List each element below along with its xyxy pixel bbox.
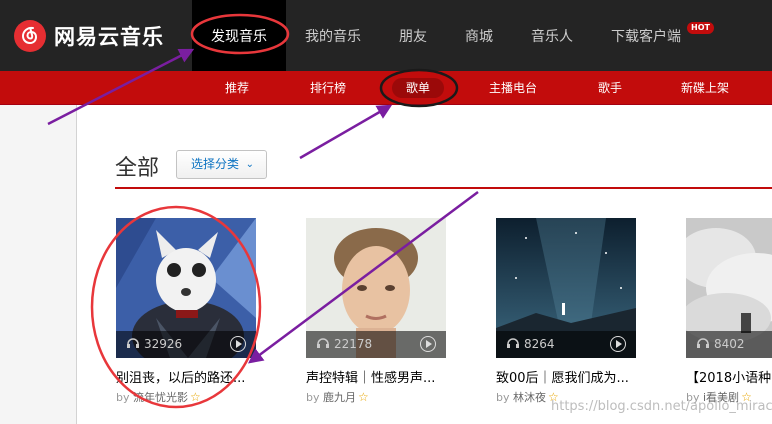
cover-info-bar: 8264: [496, 331, 636, 358]
playlist-cover[interactable]: 8264: [496, 218, 636, 358]
by-label: by: [306, 391, 320, 404]
netease-music-logo-icon: [14, 20, 46, 52]
by-label: by: [496, 391, 510, 404]
chevron-down-icon: ⌄: [245, 159, 254, 170]
creator-link[interactable]: 林沐夜: [513, 391, 546, 404]
nav-download-label: 下载客户端: [611, 29, 681, 45]
play-count: 8264: [524, 337, 555, 351]
logo-text: 网易云音乐: [54, 25, 164, 49]
headphones-icon: [127, 338, 139, 348]
play-icon[interactable]: [230, 336, 246, 352]
nav-download-client[interactable]: 下载客户端 HOT: [592, 0, 714, 71]
creator-link[interactable]: 鹿九月: [323, 391, 356, 404]
select-category-label: 选择分类: [191, 157, 240, 171]
playlist-cover[interactable]: 22178: [306, 218, 446, 358]
hot-badge: HOT: [687, 22, 714, 34]
left-margin: [0, 105, 76, 424]
nav-musician[interactable]: 音乐人: [512, 0, 592, 71]
subnav-playlists-label: 歌单: [392, 78, 445, 98]
cover-info-bar: 8402: [686, 331, 772, 358]
play-count: 32926: [144, 337, 183, 351]
by-label: by: [116, 391, 130, 404]
main-nav: 发现音乐 我的音乐 朋友 商城 音乐人 下载客户端 HOT: [192, 0, 714, 71]
headphones-icon: [507, 338, 519, 348]
subnav-recommend[interactable]: 推荐: [225, 71, 249, 105]
subnav-new-albums[interactable]: 新碟上架: [681, 71, 729, 105]
play-count: 8402: [714, 337, 745, 351]
playlist-cover[interactable]: 8402: [686, 218, 772, 358]
star-icon: ☆: [190, 390, 201, 404]
headphones-icon: [697, 338, 709, 348]
play-count: 22178: [334, 337, 373, 351]
playlist-cover[interactable]: 32926: [116, 218, 256, 358]
cover-info-bar: 22178: [306, 331, 446, 358]
creator-link[interactable]: 流年忧光影: [133, 391, 188, 404]
headphones-icon: [317, 338, 329, 348]
logo[interactable]: 网易云音乐: [14, 20, 164, 52]
sub-nav-bar: 推荐 排行榜 歌单 主播电台 歌手 新碟上架: [0, 71, 772, 105]
nav-my-music[interactable]: 我的音乐: [286, 0, 380, 71]
playlist-title[interactable]: 声控特辑｜性感男声...: [306, 367, 456, 386]
star-icon: ☆: [358, 390, 369, 404]
playlist-card: 8402 【2018小语种 by i看美剧 ☆: [686, 218, 772, 418]
top-nav-bar: 网易云音乐 发现音乐 我的音乐 朋友 商城 音乐人 下载客户端 HOT: [0, 0, 772, 71]
nav-friends[interactable]: 朋友: [380, 0, 446, 71]
play-icon[interactable]: [420, 336, 436, 352]
playlist-creator: by 林沐夜 ☆: [496, 389, 559, 405]
playlist-creator: by 流年忧光影 ☆: [116, 389, 201, 405]
select-category-button[interactable]: 选择分类 ⌄: [176, 150, 267, 179]
nav-mall[interactable]: 商城: [446, 0, 512, 71]
playlist-title[interactable]: 【2018小语种: [686, 367, 772, 386]
cover-info-bar: 32926: [116, 331, 256, 358]
playlist-title[interactable]: 别沮丧，以后的路还...: [116, 367, 266, 386]
playlist-title[interactable]: 致00后｜愿我们成为...: [496, 367, 646, 386]
section-divider: [115, 187, 772, 189]
watermark: https://blog.csdn.net/apollo_miracle: [551, 399, 772, 414]
subnav-charts[interactable]: 排行榜: [310, 71, 346, 105]
playlist-creator: by 鹿九月 ☆: [306, 389, 369, 405]
subnav-artists[interactable]: 歌手: [598, 71, 622, 105]
play-icon[interactable]: [610, 336, 626, 352]
nav-discover-music[interactable]: 发现音乐: [192, 0, 286, 71]
page-title: 全部: [115, 156, 160, 181]
subnav-radio[interactable]: 主播电台: [489, 71, 537, 105]
subnav-playlists[interactable]: 歌单: [392, 71, 445, 105]
